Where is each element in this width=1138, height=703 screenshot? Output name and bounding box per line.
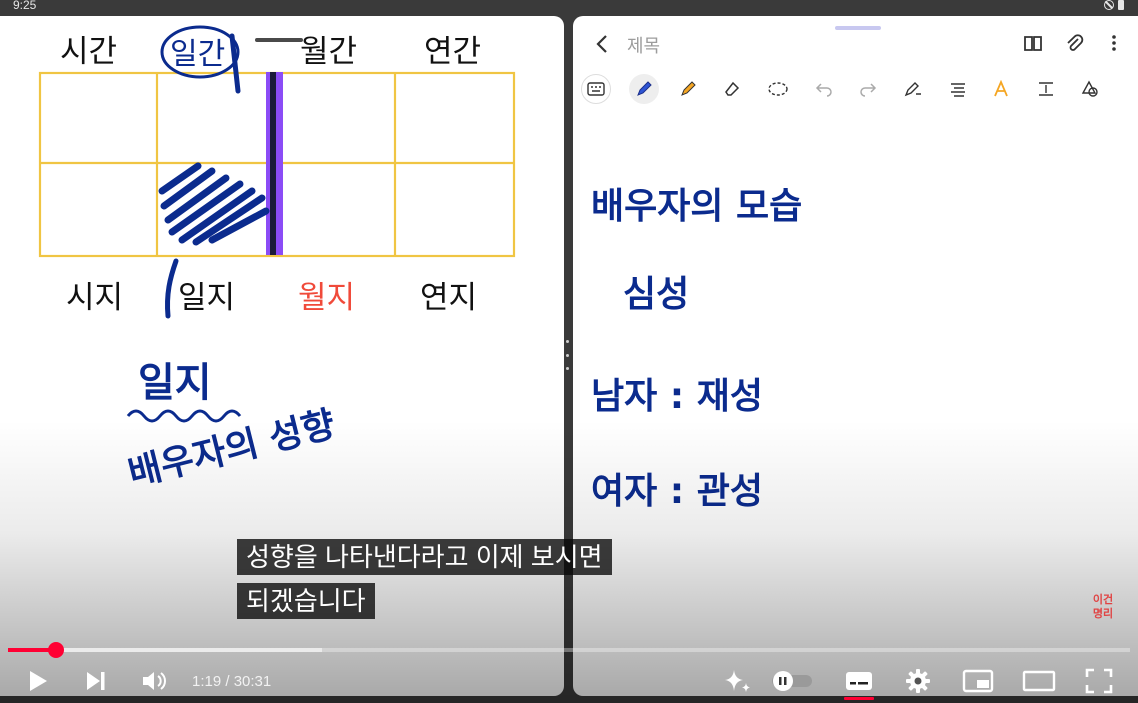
sparkle-icon [725,670,750,692]
fullscreen-button[interactable] [1083,666,1115,696]
pen-icon [637,81,652,96]
hatch-marks [158,162,270,246]
chevron-left-icon [596,35,607,53]
settings-button[interactable] [902,666,934,696]
highlighter-tool-button[interactable] [673,74,703,104]
play-button[interactable] [24,666,52,696]
label-hour-stem: 시간 [60,34,117,70]
drag-handle[interactable] [255,38,303,42]
label-month-stem: 월간 [300,34,357,70]
keyboard-icon [587,82,605,96]
fullscreen-icon [1085,668,1113,694]
gear-icon [906,669,930,693]
subtitle-line-2: 되겠습니다 [237,583,375,619]
subtitles-active-indicator [844,697,874,700]
shapes-icon [1081,80,1098,97]
miniplayer-button[interactable] [961,666,995,696]
text-align-button[interactable] [943,74,973,104]
pen-settings-icon [904,82,921,97]
spacing-icon [1039,82,1053,96]
pen-settings-button[interactable] [898,74,928,104]
shapes-button[interactable] [1075,74,1105,104]
label-day-branch: 일지 [178,280,235,316]
time-display: 1:19 / 30:31 [192,673,272,690]
redo-icon [860,83,877,97]
more-vertical-icon [1112,35,1116,51]
battery-icon [1118,0,1124,10]
lasso-icon [768,82,788,96]
keyboard-mode-button[interactable] [581,74,611,104]
note-line-female: 여자 : 관성 [591,471,763,512]
channel-watermark: 이건 명리 [1092,594,1114,620]
note-line-male: 남자 : 재성 [591,376,763,417]
do-not-disturb-icon [1104,0,1114,10]
note-title[interactable]: 제목 [627,32,660,58]
skip-next-icon [87,672,105,690]
progress-bar[interactable] [8,642,1130,658]
note-day-branch: 일지 [138,360,212,406]
back-button[interactable] [593,32,613,56]
more-options-button[interactable] [1103,32,1125,54]
miniplayer-icon [962,669,994,693]
redo-button[interactable] [853,74,883,104]
volume-icon [143,672,166,690]
book-icon [1024,36,1042,51]
spacing-button[interactable] [1031,74,1061,104]
paperclip-icon [1067,34,1084,51]
label-year-stem: 연간 [424,34,481,70]
pen-tool-button[interactable] [629,74,659,104]
play-icon [30,671,47,691]
undo-button[interactable] [809,74,839,104]
wavy-underline [126,409,242,423]
reading-mode-button[interactable] [1022,32,1044,54]
label-day-stem: 일간 [170,37,225,72]
subtitles-button[interactable] [842,666,876,696]
lasso-tool-button[interactable] [763,74,793,104]
window-drag-pill[interactable] [835,26,881,30]
split-view-handle[interactable] [565,340,570,370]
highlighter-icon [681,81,696,96]
notes-app-pane: 제목 배우자의 모습 심성 남자: 재성 여자: 관성 [573,16,1138,696]
text-style-button[interactable] [986,74,1016,104]
eraser-tool-button[interactable] [717,74,747,104]
autoplay-toggle[interactable] [770,666,814,696]
autoplay-toggle-icon [772,671,812,691]
next-button[interactable] [82,666,110,696]
note-line-nature: 심성 [623,274,689,315]
note-spouse-tendency: 배우자의 성향 [124,404,339,495]
label-hour-branch: 시지 [66,280,123,316]
label-year-branch: 연지 [420,280,477,316]
note-canvas[interactable]: 배우자의 모습 심성 남자 : 재성 여자 : 관성 [573,108,1138,696]
note-line-spouse-appearance: 배우자의 모습 [591,186,802,227]
eraser-icon [725,81,740,96]
note-header: 제목 [573,16,1138,70]
text-style-icon [994,80,1008,97]
volume-button[interactable] [140,666,170,696]
subtitle-line-1: 성향을 나타낸다라고 이제 보시면 [237,539,612,575]
ai-features-button[interactable] [722,666,754,696]
video-player[interactable]: 9:25 시간 일간 월간 연간 시지 일지 월지 연지 일지 배우자의 성향 … [0,0,1138,703]
theater-mode-button[interactable] [1021,666,1057,696]
drawing-toolbar [573,72,1138,108]
text-align-icon [951,83,965,97]
closed-captions-icon [846,672,872,690]
status-bar: 9:25 [0,0,1138,14]
attach-button[interactable] [1063,32,1085,54]
theater-mode-icon [1022,670,1056,692]
label-month-branch: 월지 [298,280,355,316]
undo-icon [815,83,832,97]
status-time: 9:25 [13,0,37,12]
